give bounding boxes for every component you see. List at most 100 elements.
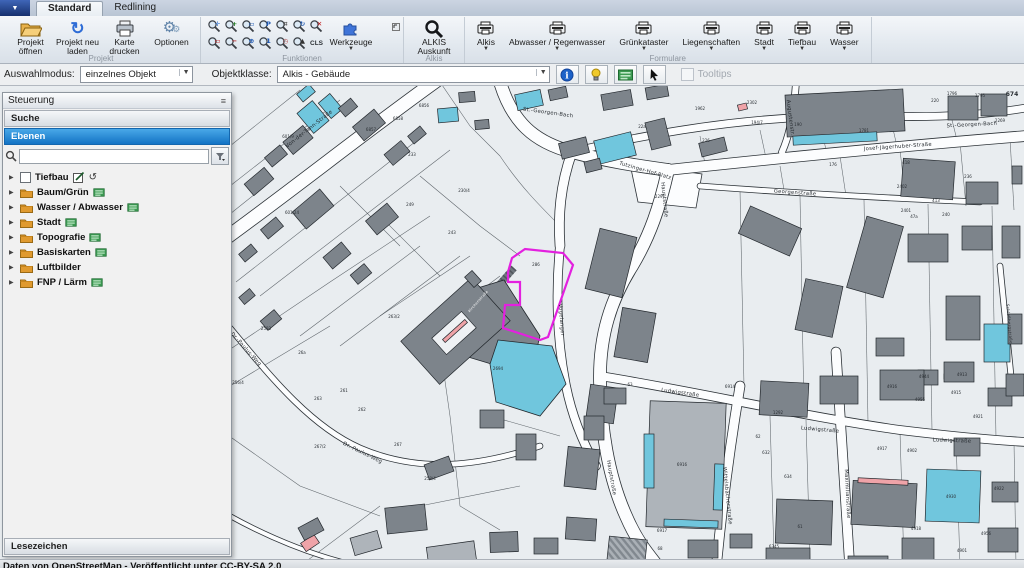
expand-arrow-icon[interactable]: ▶ [9, 204, 16, 211]
sync-icon[interactable]: ↺ [89, 173, 97, 183]
layer-item-basiskarten[interactable]: ▶Basiskarten [3, 245, 231, 260]
chevron-down-icon: ▼ [179, 69, 190, 76]
svg-text:4922: 4922 [994, 486, 1005, 491]
options-button[interactable]: ⚙⚙Optionen [148, 18, 195, 56]
filter-button[interactable] [211, 147, 229, 165]
svg-text:267: 267 [394, 442, 402, 447]
expand-arrow-icon[interactable]: ▶ [9, 234, 16, 241]
history-icon[interactable]: ◷ [274, 35, 291, 52]
legend-icon[interactable] [93, 188, 105, 197]
open-project-button[interactable]: Projektöffnen [7, 18, 54, 56]
auswahlmodus-dropdown[interactable]: einzelnes Objekt▼ [80, 66, 193, 83]
zoom-box-icon[interactable]: ▭ [206, 35, 223, 52]
formular-abwasser-regenwasser-button[interactable]: Abwasser / Regenwasser▼ [502, 18, 612, 52]
svg-text:6856: 6856 [419, 103, 430, 108]
zoom-in-icon[interactable]: + [223, 18, 240, 35]
legend-icon[interactable] [65, 218, 77, 227]
svg-text:⌗: ⌗ [283, 20, 288, 28]
svg-text:236: 236 [964, 174, 972, 179]
print-map-button[interactable]: Kartedrucken [101, 18, 148, 56]
svg-text:4915: 4915 [951, 390, 962, 395]
svg-text:601/24: 601/24 [285, 210, 300, 215]
formular-alkis-button[interactable]: Alkis▼ [470, 18, 502, 52]
expand-arrow-icon[interactable]: ▶ [9, 189, 16, 196]
svg-text:62: 62 [755, 434, 761, 439]
expand-arrow-icon[interactable]: ▶ [9, 264, 16, 271]
edit-icon[interactable] [73, 172, 85, 183]
werkzeuge-button[interactable]: Werkzeuge ▼ [325, 18, 377, 52]
clear-selection-icon[interactable]: ✕ [308, 18, 325, 35]
layer-label: Stadt [37, 217, 61, 228]
layer-item-tiefbau[interactable]: ▶ Tiefbau ↺ [3, 170, 231, 185]
cls-button[interactable]: CLS [308, 35, 325, 52]
panel-menu-icon[interactable]: ≡ [221, 96, 226, 106]
title-bar: ▼ Standard Redlining [0, 0, 1024, 16]
layer-item-wasser-abwasser[interactable]: ▶Wasser / Abwasser [3, 200, 231, 215]
svg-text:2291: 2291 [655, 194, 666, 199]
chevron-down-icon: ▼ [841, 47, 847, 52]
select-shape-icon[interactable]: ⌗ [274, 18, 291, 35]
svg-text:4901: 4901 [957, 548, 968, 553]
layer-label: Tiefbau [35, 172, 69, 183]
layer-item-luftbilder[interactable]: ▶Luftbilder [3, 260, 231, 275]
section-lesezeichen[interactable]: Lesezeichen [4, 538, 230, 555]
svg-text:26a: 26a [298, 350, 306, 355]
layer-item-baum-grün[interactable]: ▶Baum/Grün [3, 185, 231, 200]
chevron-down-icon: ▼ [12, 5, 19, 12]
formular-stadt-button[interactable]: Stadt▼ [747, 18, 781, 52]
zoom-scale-icon[interactable]: 1 [257, 35, 274, 52]
zoom-window-icon[interactable]: ▭ [240, 18, 257, 35]
expand-arrow-icon[interactable]: ▶ [9, 249, 16, 256]
legend-icon[interactable] [127, 203, 139, 212]
cursor-icon[interactable] [643, 65, 666, 84]
formular-tiefbau-button[interactable]: Tiefbau▼ [781, 18, 823, 52]
svg-text:4918: 4918 [911, 526, 922, 531]
reload-project-button-icon: ↻ [70, 19, 84, 38]
expand-arrow-icon[interactable]: ▶ [9, 219, 16, 226]
expand-arrow-icon[interactable]: ▶ [9, 279, 16, 286]
ink-tool-icon[interactable]: ▲ [291, 35, 308, 52]
legend-icon[interactable] [89, 233, 101, 242]
svg-text:P: P [266, 20, 271, 28]
svg-text:194/7: 194/7 [751, 120, 763, 125]
form-icon [703, 19, 720, 38]
zoom-previous-icon[interactable]: P [257, 18, 274, 35]
layer-item-fnp-lärm[interactable]: ▶FNP / Lärm [3, 275, 231, 290]
tab-redlining[interactable]: Redlining [103, 1, 167, 16]
svg-text:2402: 2402 [897, 184, 908, 189]
tooltips-toggle[interactable]: Tooltips [681, 68, 732, 81]
svg-text:2302: 2302 [747, 100, 758, 105]
svg-text:240: 240 [942, 212, 950, 217]
zoom-out-icon[interactable]: − [223, 35, 240, 52]
legend-icon[interactable] [95, 248, 107, 257]
checkbox-icon[interactable] [20, 172, 31, 183]
svg-text:⊕: ⊕ [249, 37, 254, 45]
options-toolbar: Auswahlmodus: einzelnes Objekt▼ Objektkl… [0, 64, 1024, 86]
layer-item-topografie[interactable]: ▶Topografie [3, 230, 231, 245]
formular-wasser-button[interactable]: Wasser▼ [823, 18, 866, 52]
zoom-center-icon[interactable]: ⊕ [240, 35, 257, 52]
reload-project-button[interactable]: ↻Projekt neuladen [54, 18, 101, 56]
legend-icon[interactable] [614, 65, 637, 84]
refresh-map-icon[interactable]: ↻ [291, 18, 308, 35]
section-ebenen[interactable]: Ebenen [4, 128, 230, 145]
zoom-pan-icon[interactable]: ✛ [206, 18, 223, 35]
dialog-launcher-icon[interactable] [392, 18, 400, 36]
tooltips-checkbox[interactable] [681, 68, 694, 81]
app-menu-button[interactable]: ▼ [0, 0, 30, 16]
formular-gr-nkataster-button[interactable]: Grünkataster▼ [612, 18, 675, 52]
info-icon[interactable]: i [556, 65, 579, 84]
legend-icon[interactable] [91, 278, 103, 287]
layer-search-input[interactable] [19, 149, 209, 164]
formular-liegenschaften-button[interactable]: Liegenschaften▼ [675, 18, 747, 52]
alkis-auskunft-button[interactable]: ALKIS Auskunft [409, 18, 459, 56]
print-map-button-icon [115, 19, 135, 38]
tab-standard[interactable]: Standard [36, 1, 103, 16]
objektklasse-dropdown[interactable]: Alkis - Gebäude▼ [277, 66, 550, 83]
layer-item-stadt[interactable]: ▶ Stadt [3, 215, 231, 230]
bulb-icon[interactable] [585, 65, 608, 84]
folder-icon [20, 233, 33, 243]
section-suche[interactable]: Suche [4, 110, 230, 127]
form-icon [794, 19, 811, 38]
expand-arrow-icon[interactable]: ▶ [9, 174, 16, 181]
